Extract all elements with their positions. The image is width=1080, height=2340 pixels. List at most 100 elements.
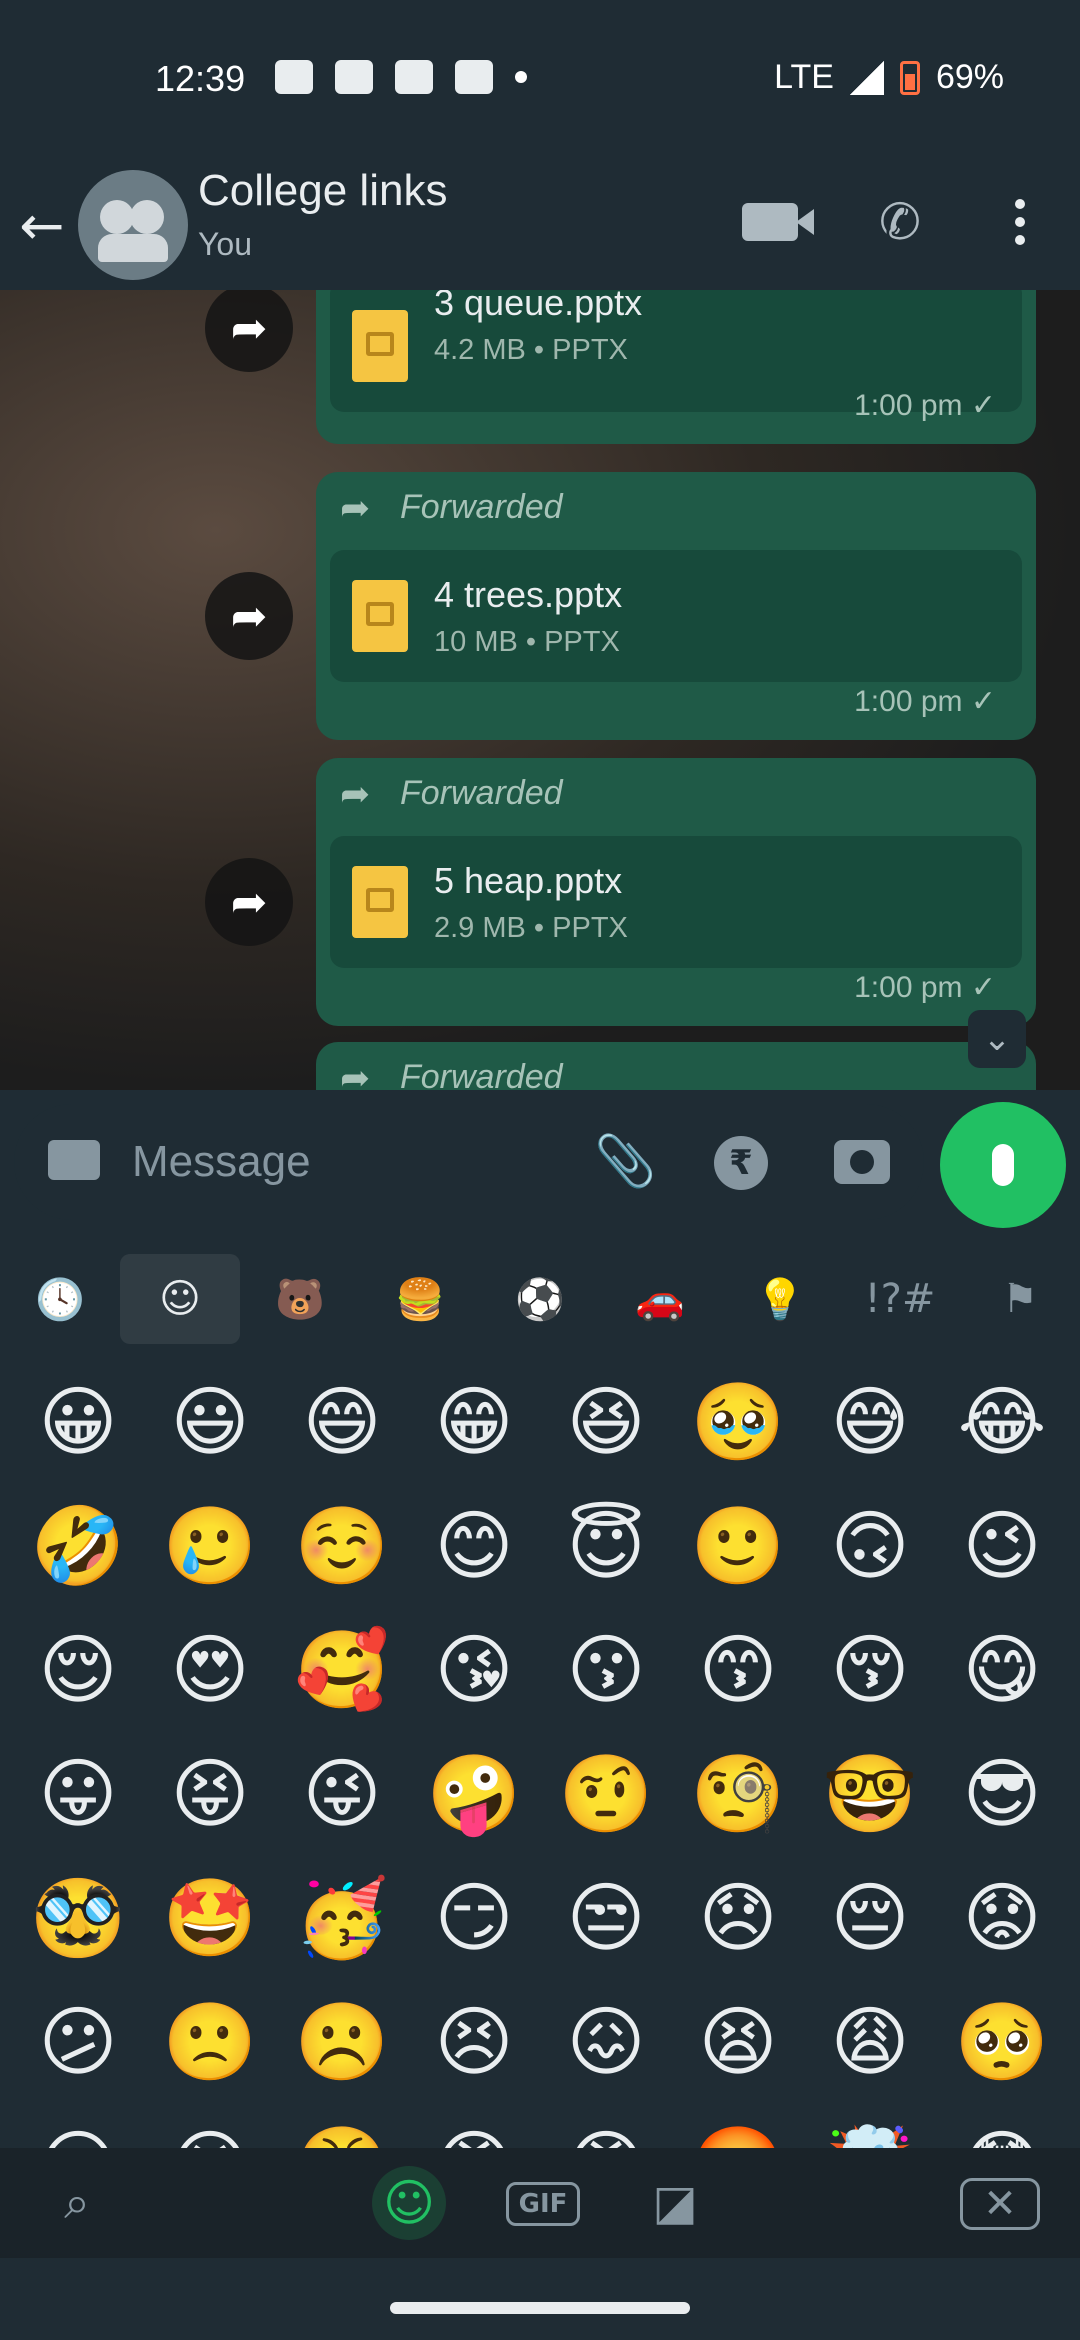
video-camera-icon [742, 203, 798, 241]
emoji[interactable]: 😒 [540, 1856, 672, 1980]
emoji-category-animals-icon[interactable]: 🐻 [240, 1254, 360, 1344]
message-bubble[interactable]: 3 queue.pptx 4.2 MB • PPTX 1:00 pm ✓ [316, 290, 1036, 444]
emoji[interactable]: 🥳 [276, 1856, 408, 1980]
emoji[interactable]: 🤪 [408, 1732, 540, 1856]
message-input[interactable] [132, 1132, 582, 1192]
arrow-back-icon[interactable]: ← [10, 170, 74, 280]
emoji[interactable]: 😖 [540, 1980, 672, 2104]
emoji[interactable]: 😞 [672, 1856, 804, 1980]
chat-title[interactable]: College links [198, 166, 447, 216]
emoji[interactable]: 😟 [936, 1856, 1068, 1980]
forward-button[interactable]: ➦ [205, 858, 293, 946]
emoji[interactable]: 🙂 [672, 1484, 804, 1608]
emoji[interactable]: 😉 [936, 1484, 1068, 1608]
emoji[interactable]: 😁 [408, 1360, 540, 1484]
signal-icon [849, 60, 884, 95]
emoji[interactable]: 😘 [408, 1608, 540, 1732]
emoji[interactable]: ☺️ [276, 1484, 408, 1608]
forward-button[interactable]: ➦ [205, 290, 293, 372]
emoji-category-recent-icon[interactable]: 🕓 [0, 1254, 120, 1344]
emoji[interactable]: 😫 [672, 1980, 804, 2104]
attach-icon[interactable]: 📎 [594, 1132, 656, 1191]
file-name: 3 queue.pptx [434, 290, 643, 323]
emoji[interactable]: 🥰 [276, 1608, 408, 1732]
message-bubble[interactable]: ➦ Forwarded [316, 1042, 1036, 1090]
network-label: LTE [774, 58, 834, 96]
emoji[interactable]: 😙 [672, 1608, 804, 1732]
voice-message-button[interactable] [940, 1102, 1066, 1228]
emoji-category-activity-icon[interactable]: ⚽ [480, 1254, 600, 1344]
payment-icon[interactable]: ₹ [714, 1136, 768, 1190]
keyboard-icon[interactable] [48, 1140, 100, 1180]
forwarded-icon: ➦ [340, 1058, 371, 1090]
emoji[interactable]: 🙃 [804, 1484, 936, 1608]
emoji[interactable]: 😌 [12, 1608, 144, 1732]
emoji-tab-icon[interactable]: ☺ [372, 2166, 446, 2240]
video-call-button[interactable] [730, 172, 810, 272]
emoji[interactable]: 😍 [144, 1608, 276, 1732]
file-attachment[interactable]: 5 heap.pptx 2.9 MB • PPTX [330, 836, 1022, 968]
emoji[interactable]: 😆 [540, 1360, 672, 1484]
forwarded-label: Forwarded [400, 488, 563, 526]
emoji[interactable]: 🥲 [144, 1484, 276, 1608]
chat-area[interactable]: ➦ 3 queue.pptx 4.2 MB • PPTX 1:00 pm ✓ ➦… [0, 290, 1080, 1090]
emoji[interactable]: 🤓 [804, 1732, 936, 1856]
notification-icons [275, 60, 527, 94]
emoji-category-objects-icon[interactable]: 💡 [720, 1254, 840, 1344]
more-options-button[interactable] [980, 172, 1060, 272]
message-bubble[interactable]: ➦ Forwarded 4 trees.pptx 10 MB • PPTX 1:… [316, 472, 1036, 740]
emoji[interactable]: 😣 [408, 1980, 540, 2104]
gesture-nav-bar[interactable] [390, 2302, 690, 2314]
camera-icon[interactable] [834, 1140, 890, 1184]
emoji[interactable]: 🥺 [936, 1980, 1068, 2104]
sticker-tab-icon[interactable]: ◪ [638, 2166, 712, 2240]
emoji[interactable]: 😏 [408, 1856, 540, 1980]
emoji[interactable]: 😎 [936, 1732, 1068, 1856]
emoji[interactable]: 😄 [276, 1360, 408, 1484]
message-time: 1:00 pm ✓ [854, 389, 996, 422]
kebab-menu-icon [1015, 199, 1025, 245]
emoji[interactable]: 😕 [12, 1980, 144, 2104]
emoji[interactable]: ☹️ [276, 1980, 408, 2104]
message-bubble[interactable]: ➦ Forwarded 5 heap.pptx 2.9 MB • PPTX 1:… [316, 758, 1036, 1026]
emoji-category-flags-icon[interactable]: ⚑ [960, 1254, 1080, 1344]
voice-call-button[interactable]: ✆ [860, 172, 940, 272]
emoji[interactable]: 😃 [144, 1360, 276, 1484]
backspace-icon[interactable]: ✕ [960, 2178, 1040, 2230]
emoji[interactable]: 😊 [408, 1484, 540, 1608]
emoji[interactable]: 😛 [12, 1732, 144, 1856]
emoji[interactable]: 😝 [144, 1732, 276, 1856]
emoji[interactable]: 🧐 [672, 1732, 804, 1856]
emoji[interactable]: 😔 [804, 1856, 936, 1980]
emoji[interactable]: 😂 [936, 1360, 1068, 1484]
gif-tab[interactable]: GIF [506, 2182, 580, 2226]
forward-button[interactable]: ➦ [205, 572, 293, 660]
search-icon[interactable]: ⌕ [40, 2166, 114, 2240]
emoji[interactable]: 🤣 [12, 1484, 144, 1608]
message-time: 1:00 pm ✓ [854, 685, 996, 718]
emoji[interactable]: 🙁 [144, 1980, 276, 2104]
emoji[interactable]: 😋 [936, 1608, 1068, 1732]
emoji[interactable]: 🥸 [12, 1856, 144, 1980]
scroll-to-bottom-button[interactable]: ⌄ [968, 1010, 1026, 1068]
emoji-category-travel-icon[interactable]: 🚗 [600, 1254, 720, 1344]
message-time: 1:00 pm ✓ [854, 971, 996, 1004]
emoji[interactable]: 😩 [804, 1980, 936, 2104]
emoji[interactable]: 😗 [540, 1608, 672, 1732]
emoji[interactable]: 🤨 [540, 1732, 672, 1856]
emoji[interactable]: 😀 [12, 1360, 144, 1484]
group-avatar[interactable] [78, 170, 188, 280]
status-bar: 12:39 LTE 69% [0, 0, 1080, 160]
emoji[interactable]: 😜 [276, 1732, 408, 1856]
emoji-category-symbols-icon[interactable]: !?# [840, 1254, 960, 1344]
emoji-category-smileys-icon[interactable]: ☺ [120, 1254, 240, 1344]
emoji[interactable]: 😅 [804, 1360, 936, 1484]
emoji[interactable]: 🥹 [672, 1360, 804, 1484]
file-attachment[interactable]: 4 trees.pptx 10 MB • PPTX [330, 550, 1022, 682]
emoji[interactable]: 😇 [540, 1484, 672, 1608]
forwarded-label: Forwarded [400, 1058, 563, 1090]
emoji[interactable]: 🤩 [144, 1856, 276, 1980]
emoji[interactable]: 😚 [804, 1608, 936, 1732]
emoji-category-food-icon[interactable]: 🍔 [360, 1254, 480, 1344]
chat-subtitle: You [198, 226, 252, 262]
